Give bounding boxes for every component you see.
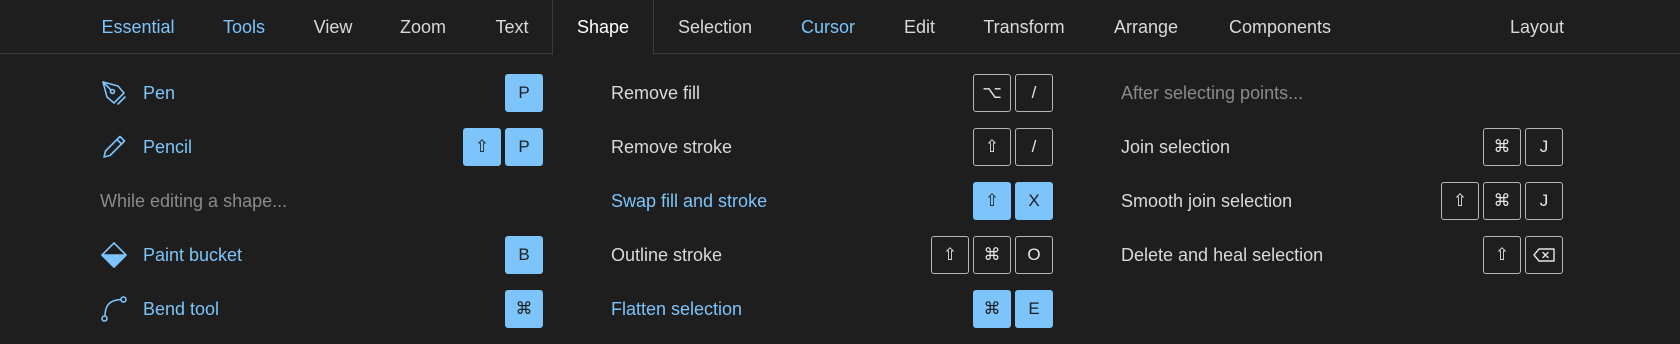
key-o: O	[1015, 236, 1053, 274]
shift-key: ⇧	[973, 182, 1011, 220]
tab-text[interactable]: Text	[493, 0, 531, 54]
shortcut-label: Outline stroke	[611, 244, 723, 265]
key-p: P	[505, 74, 543, 112]
shift-key: ⇧	[1441, 182, 1479, 220]
command-key: ⌘	[1483, 182, 1521, 220]
shortcut-keys: ⌘	[505, 290, 543, 328]
shortcut-label: Pen	[143, 82, 176, 103]
bend-tool-icon	[100, 295, 128, 323]
pen-icon	[100, 79, 128, 107]
shortcut-label: Remove stroke	[611, 136, 733, 157]
shortcut-label: Swap fill and stroke	[611, 190, 768, 211]
command-key: ⌘	[973, 236, 1011, 274]
shift-key: ⇧	[463, 128, 501, 166]
pencil-icon	[100, 133, 128, 161]
tab-transform[interactable]: Transform	[981, 0, 1067, 54]
shortcut-label: Remove fill	[611, 82, 701, 103]
shortcut-keys: ⌘ E	[973, 290, 1053, 328]
shortcut-keys: ⇧ X	[973, 182, 1053, 220]
shortcut-keys: ⇧	[1483, 236, 1563, 274]
hint-text: While editing a shape...	[100, 190, 288, 211]
shortcut-row-remove-stroke: Remove stroke	[611, 128, 732, 166]
shortcut-row-outline-stroke: Outline stroke	[611, 236, 722, 274]
key-slash: /	[1015, 74, 1053, 112]
hint-text: After selecting points...	[1121, 82, 1304, 103]
shortcut-row-smooth-join-selection: Smooth join selection	[1121, 182, 1292, 220]
tab-zoom[interactable]: Zoom	[398, 0, 448, 54]
shortcut-row-pen: Pen	[100, 74, 175, 112]
shortcut-label: Delete and heal selection	[1121, 244, 1324, 265]
key-e: E	[1015, 290, 1053, 328]
shortcut-label: Join selection	[1121, 136, 1231, 157]
shift-key: ⇧	[931, 236, 969, 274]
key-j: J	[1525, 182, 1563, 220]
command-key: ⌘	[505, 290, 543, 328]
shortcut-keys: ⇧ ⌘ O	[931, 236, 1053, 274]
shortcut-category-tabs: Essential Tools View Zoom Text Shape Sel…	[0, 0, 1680, 55]
shortcut-label: Pencil	[143, 136, 193, 157]
key-x: X	[1015, 182, 1053, 220]
option-key: ⌥	[973, 74, 1011, 112]
shortcut-row-flatten-selection: Flatten selection	[611, 290, 742, 328]
section-hint: While editing a shape...	[100, 182, 287, 220]
shift-key: ⇧	[1483, 236, 1521, 274]
shortcut-label: Paint bucket	[143, 244, 243, 265]
backspace-icon	[1533, 248, 1555, 262]
command-key: ⌘	[973, 290, 1011, 328]
shortcut-keys: ⇧ P	[463, 128, 543, 166]
shortcut-label: Smooth join selection	[1121, 190, 1293, 211]
shortcut-row-pencil: Pencil	[100, 128, 192, 166]
shift-key: ⇧	[973, 128, 1011, 166]
tab-essential[interactable]: Essential	[100, 0, 176, 54]
shortcut-keys: ⌥ /	[973, 74, 1053, 112]
key-slash: /	[1015, 128, 1053, 166]
key-b: B	[505, 236, 543, 274]
tab-view[interactable]: View	[312, 0, 354, 54]
tab-shape[interactable]: Shape	[552, 0, 654, 55]
command-key: ⌘	[1483, 128, 1521, 166]
shortcut-keys: ⇧ /	[973, 128, 1053, 166]
tab-edit[interactable]: Edit	[902, 0, 937, 54]
backspace-key	[1525, 236, 1563, 274]
key-p: P	[505, 128, 543, 166]
shortcut-row-remove-fill: Remove fill	[611, 74, 700, 112]
shortcut-keys: ⌘ J	[1483, 128, 1563, 166]
tab-layout[interactable]: Layout	[1507, 0, 1567, 54]
tab-cursor[interactable]: Cursor	[799, 0, 857, 54]
shortcut-row-delete-heal-selection: Delete and heal selection	[1121, 236, 1323, 274]
shortcut-row-paint-bucket: Paint bucket	[100, 236, 242, 274]
shortcut-label: Bend tool	[143, 298, 220, 319]
paint-bucket-icon	[100, 241, 128, 269]
tab-selection[interactable]: Selection	[675, 0, 755, 54]
tab-components[interactable]: Components	[1225, 0, 1335, 54]
tab-tools[interactable]: Tools	[220, 0, 268, 54]
key-j: J	[1525, 128, 1563, 166]
shortcut-row-swap-fill-stroke: Swap fill and stroke	[611, 182, 767, 220]
shortcut-keys: B	[505, 236, 543, 274]
shortcut-row-join-selection: Join selection	[1121, 128, 1230, 166]
shortcut-keys: ⇧ ⌘ J	[1441, 182, 1563, 220]
section-hint: After selecting points...	[1121, 74, 1303, 112]
shortcut-label: Flatten selection	[611, 298, 743, 319]
tab-arrange[interactable]: Arrange	[1112, 0, 1180, 54]
shortcut-row-bend-tool: Bend tool	[100, 290, 219, 328]
shortcut-keys: P	[505, 74, 543, 112]
